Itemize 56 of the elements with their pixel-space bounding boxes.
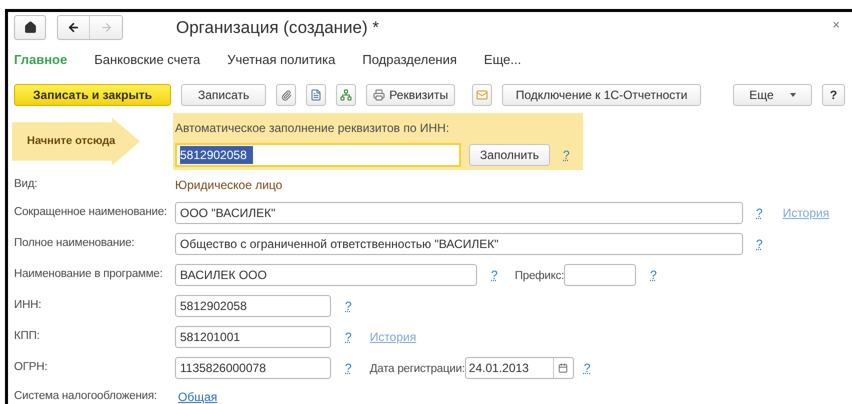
field-label: КПП: — [14, 329, 41, 344]
tab[interactable]: Учетная политика — [227, 50, 336, 70]
organization-type-value: Юридическое лицо — [175, 177, 282, 194]
field-label: Полное наименование: — [14, 236, 136, 252]
text-field[interactable]: ВАСИЛЕК ООО — [175, 264, 477, 286]
field-label: ИНН: — [14, 298, 42, 314]
caret-icon — [790, 93, 796, 97]
list-button[interactable] — [306, 84, 326, 106]
printer-icon — [373, 89, 386, 101]
help-link[interactable]: ? — [584, 362, 590, 374]
help-link[interactable]: ? — [491, 269, 498, 281]
structure-button[interactable] — [336, 84, 356, 106]
text-field[interactable] — [564, 264, 636, 286]
envelope-icon — [476, 89, 488, 101]
forward-arrow-icon — [100, 21, 112, 34]
back-arrow-icon — [67, 21, 80, 34]
inn-input-field[interactable]: 5812902058 — [175, 143, 461, 167]
field-label: Наименование в программе: — [14, 267, 164, 282]
field-label: Система налогообложения: — [14, 389, 158, 404]
help-link[interactable]: ? — [563, 149, 570, 161]
inn-fill-label: Автоматическое заполнение реквизитов по ИНН: — [175, 121, 450, 136]
field-label: Вид: — [14, 177, 38, 192]
field-label: Префикс: — [514, 270, 564, 282]
help-link[interactable]: ? — [756, 238, 763, 250]
field-label: Дата регистрации: — [370, 363, 465, 375]
text-field[interactable]: Общество с ограниченной ответственностью "ВАСИЛЕК" — [175, 233, 743, 255]
window-title: Организация (создание) * — [176, 16, 380, 39]
text-field[interactable]: 1135826000078 — [175, 357, 331, 379]
paperclip-icon — [280, 90, 292, 100]
help-link[interactable]: ? — [345, 300, 352, 312]
print-button[interactable]: Реквизиты — [366, 84, 456, 106]
tab[interactable]: Подразделения — [362, 50, 457, 70]
fill-button[interactable]: Заполнить — [469, 144, 550, 166]
help-link[interactable]: ? — [345, 331, 352, 343]
help-link[interactable]: ? — [756, 207, 763, 219]
attach-button[interactable] — [276, 84, 296, 106]
tab[interactable]: Банковские счета — [94, 50, 200, 70]
tax-system-link[interactable]: Общая — [178, 388, 218, 404]
tab[interactable]: Еще... — [484, 50, 522, 70]
help-link[interactable]: ? — [345, 362, 352, 374]
field-label: Сокращенное наименование: — [14, 205, 168, 220]
inn-value: 5812902058 — [180, 146, 253, 164]
home-icon — [24, 21, 36, 34]
toolbar-button[interactable]: Записать — [181, 84, 266, 106]
help-button[interactable]: ? — [822, 84, 845, 106]
close-button[interactable]: × — [832, 14, 840, 34]
more-menu-button[interactable]: Еще — [733, 84, 812, 106]
save-and-close-button[interactable]: Записать и закрыть — [14, 84, 171, 106]
text-field[interactable]: 581201001 — [175, 326, 331, 348]
toolbar-button[interactable]: Подключение к 1С-Отчетности — [502, 84, 701, 106]
text-field[interactable]: ООО "ВАСИЛЕК" — [175, 202, 743, 224]
structure-icon — [340, 89, 352, 101]
help-link[interactable]: ? — [650, 269, 657, 281]
field-label: ОГРН: — [14, 360, 48, 376]
home-button[interactable] — [14, 15, 46, 40]
text-field[interactable]: 5812902058 — [175, 295, 331, 317]
